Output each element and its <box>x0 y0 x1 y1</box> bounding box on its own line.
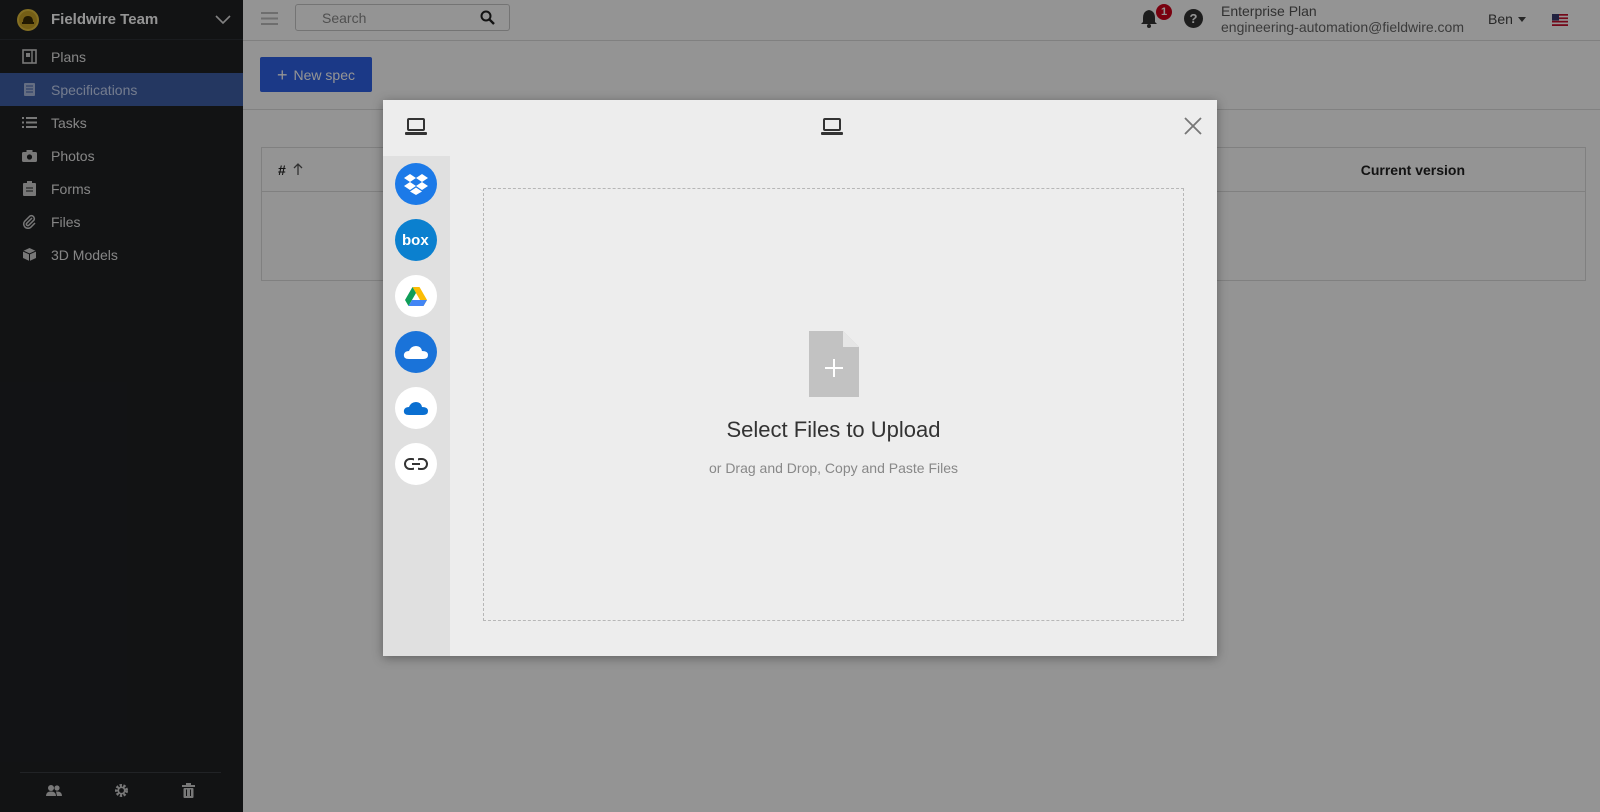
laptop-icon <box>821 118 843 141</box>
dropzone-title: Select Files to Upload <box>726 417 941 442</box>
box-icon[interactable]: box <box>395 219 437 261</box>
onedrive-icon[interactable] <box>395 387 437 429</box>
dropbox-icon[interactable] <box>395 163 437 205</box>
add-file-icon[interactable] <box>809 331 859 402</box>
laptop-icon[interactable] <box>405 118 427 141</box>
upload-modal: box Select Files to Upload or Drag and D… <box>383 100 1217 656</box>
link-icon[interactable] <box>395 443 437 485</box>
google-drive-icon[interactable] <box>395 275 437 317</box>
onedrive-business-icon[interactable] <box>395 331 437 373</box>
svg-text:box: box <box>402 232 429 248</box>
modal-header <box>383 100 1217 156</box>
file-dropzone[interactable]: Select Files to Upload or Drag and Drop,… <box>483 188 1184 621</box>
dropzone-subtitle: or Drag and Drop, Copy and Paste Files <box>708 460 958 476</box>
upload-source-rail: box <box>383 156 450 656</box>
close-icon[interactable] <box>1183 116 1203 141</box>
